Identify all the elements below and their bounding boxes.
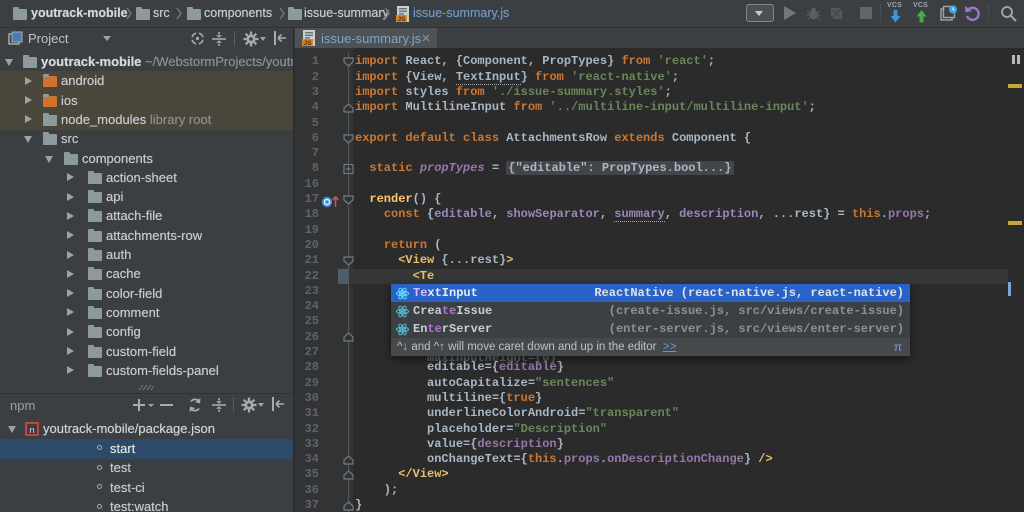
svg-text:JS: JS: [304, 40, 313, 46]
svg-text:n: n: [29, 425, 34, 435]
svg-text:JS: JS: [398, 16, 407, 22]
